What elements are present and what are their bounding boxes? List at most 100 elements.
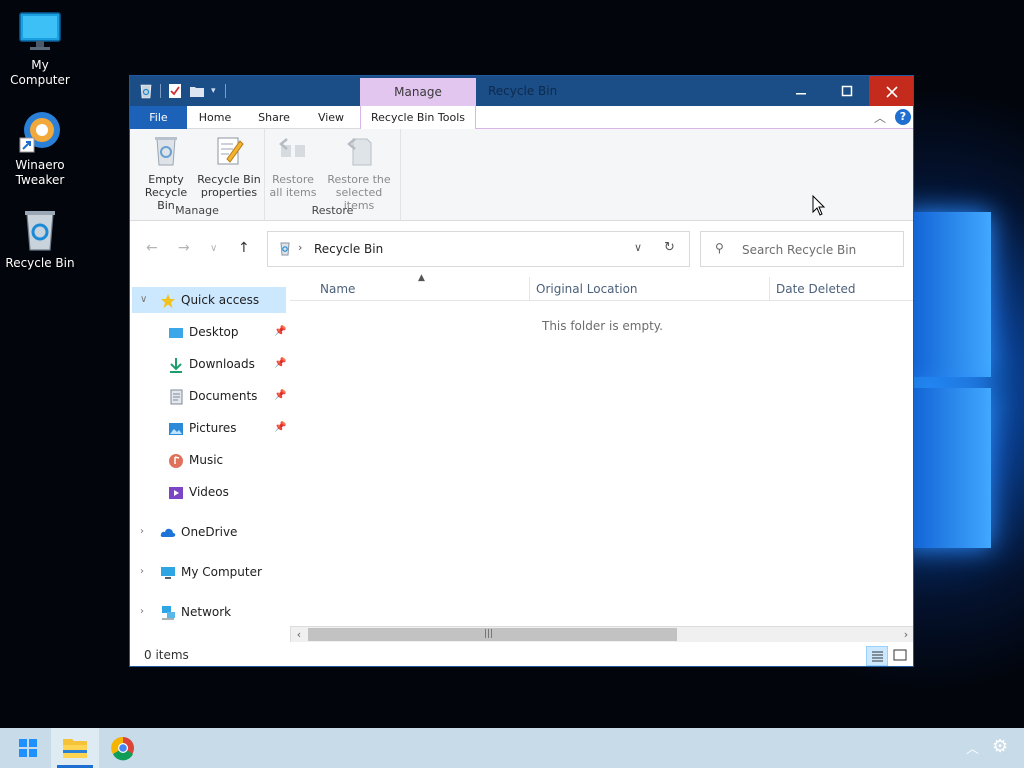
recycle-bin-icon	[18, 208, 62, 252]
collapse-ribbon-chevron-icon[interactable]: ︿	[874, 109, 886, 126]
star-icon	[160, 292, 176, 308]
pin-icon: 📌	[274, 390, 287, 401]
title-bar[interactable]: ▾ Manage Recycle Bin	[130, 76, 913, 106]
nav-item-my-computer[interactable]: › My Computer	[132, 559, 286, 585]
recycle-bin-properties-button[interactable]: Recycle Bin properties	[196, 135, 262, 199]
tab-share[interactable]: Share	[243, 106, 305, 129]
chevron-right-icon[interactable]: ›	[140, 519, 144, 545]
column-header-date-deleted[interactable]: Date Deleted	[770, 277, 913, 301]
documents-icon	[168, 388, 184, 405]
horizontal-scrollbar[interactable]: ‹ ||| ›	[290, 626, 913, 643]
search-box[interactable]: ⚲ Search Recycle Bin	[700, 231, 904, 267]
chevron-down-icon[interactable]: ▾	[211, 83, 219, 99]
nav-item-label: Desktop	[189, 325, 239, 339]
column-header-original-location[interactable]: Original Location	[530, 277, 770, 301]
nav-item-videos[interactable]: Videos	[132, 479, 286, 505]
chevron-down-icon[interactable]: ∨	[140, 287, 147, 313]
forward-arrow-icon[interactable]: →	[178, 240, 190, 256]
nav-item-label: Documents	[189, 389, 258, 403]
scroll-left-arrow-icon[interactable]: ‹	[291, 627, 307, 642]
item-count: 0 items	[144, 648, 189, 662]
breadcrumb-separator-icon[interactable]: ›	[298, 241, 302, 254]
show-hidden-icons-chevron-icon[interactable]: ︿	[966, 738, 979, 757]
desktop-icon-recycle-bin[interactable]: Recycle Bin	[0, 208, 80, 271]
empty-folder-message: This folder is empty.	[542, 319, 663, 333]
nav-item-label: My Computer	[181, 565, 262, 579]
pictures-icon	[168, 420, 184, 436]
desktop-folder-icon	[168, 324, 184, 340]
nav-item-label: Network	[181, 605, 232, 619]
tab-recycle-bin-tools[interactable]: Recycle Bin Tools	[360, 106, 476, 130]
desktop-icon-my-computer[interactable]: My Computer	[0, 10, 80, 88]
cloud-icon	[160, 524, 176, 540]
quick-access-toolbar: ▾	[138, 82, 226, 100]
address-path[interactable]: Recycle Bin	[314, 242, 383, 256]
monitor-icon	[160, 564, 176, 580]
restore-selected-icon	[343, 135, 375, 167]
file-explorer-window: ▾ Manage Recycle Bin File Home Share Vie…	[129, 75, 914, 667]
maximize-icon	[841, 85, 853, 97]
taskbar-file-explorer-button[interactable]	[51, 728, 99, 768]
start-button[interactable]	[4, 728, 52, 768]
gear-icon[interactable]: ⚙	[992, 736, 1008, 757]
close-button[interactable]	[869, 76, 913, 106]
network-icon	[160, 604, 176, 620]
up-arrow-icon[interactable]: ↑	[238, 240, 250, 256]
file-list-view[interactable]: ▲ Name Original Location Date Deleted Th…	[290, 273, 913, 643]
nav-item-desktop[interactable]: Desktop 📌	[132, 319, 286, 345]
context-tab-group-manage: Manage	[360, 78, 476, 106]
nav-item-network[interactable]: › Network	[132, 599, 286, 625]
search-placeholder: Search Recycle Bin	[742, 243, 857, 257]
refresh-icon[interactable]: ↻	[664, 240, 675, 255]
mouse-pointer-icon	[812, 195, 826, 216]
recent-locations-chevron-icon[interactable]: ∨	[210, 243, 217, 254]
nav-item-pictures[interactable]: Pictures 📌	[132, 415, 286, 441]
minimize-icon	[796, 93, 806, 95]
pin-icon: 📌	[274, 358, 287, 369]
toolbar-separator	[160, 84, 161, 98]
recycle-bin-small-icon[interactable]	[138, 83, 154, 99]
nav-item-label: Pictures	[189, 421, 237, 435]
back-arrow-icon[interactable]: ←	[146, 240, 158, 256]
tab-file[interactable]: File	[130, 106, 187, 129]
large-icons-view-icon	[893, 649, 907, 661]
minimize-button[interactable]	[778, 76, 824, 106]
ribbon-group-label: Manage	[175, 204, 219, 217]
nav-item-label: Videos	[189, 485, 229, 499]
monitor-icon	[18, 10, 62, 54]
address-bar[interactable]: › Recycle Bin ∨ ↻	[267, 231, 690, 267]
maximize-button[interactable]	[824, 76, 870, 106]
empty-recycle-bin-button[interactable]: Empty Recycle Bin	[136, 135, 196, 212]
button-label: Recycle Bin	[197, 173, 261, 186]
desktop-icon-winaero-tweaker[interactable]: Winaero Tweaker	[0, 110, 80, 188]
large-icons-view-button[interactable]	[890, 646, 912, 666]
nav-item-music[interactable]: Music	[132, 447, 286, 473]
properties-icon[interactable]	[167, 83, 183, 99]
nav-item-quick-access[interactable]: ∨ Quick access	[132, 287, 286, 313]
windows-wallpaper-logo	[905, 212, 995, 552]
chevron-right-icon[interactable]: ›	[140, 599, 144, 625]
tab-home[interactable]: Home	[187, 106, 243, 129]
column-header-name[interactable]: Name	[314, 277, 530, 301]
new-folder-icon[interactable]	[189, 83, 205, 99]
properties-sheet-icon	[213, 135, 245, 167]
nav-item-documents[interactable]: Documents 📌	[132, 383, 286, 409]
ribbon-group-label: Restore	[311, 204, 354, 217]
tab-view[interactable]: View	[305, 106, 357, 129]
windows-start-icon	[19, 739, 37, 757]
help-icon[interactable]: ?	[895, 109, 911, 125]
taskbar-chrome-button[interactable]	[99, 728, 147, 768]
nav-item-label: Music	[189, 453, 224, 467]
nav-item-onedrive[interactable]: › OneDrive	[132, 519, 286, 545]
address-history-chevron-icon[interactable]: ∨	[634, 241, 642, 254]
chevron-right-icon[interactable]: ›	[140, 559, 144, 585]
nav-item-downloads[interactable]: Downloads 📌	[132, 351, 286, 377]
scroll-right-arrow-icon[interactable]: ›	[898, 627, 913, 642]
scrollbar-grip-icon: |||	[484, 629, 494, 639]
restore-all-items-button[interactable]: Restore all items	[267, 135, 319, 199]
restore-selected-items-button[interactable]: Restore the selected items	[319, 135, 399, 212]
chrome-icon	[111, 736, 134, 761]
ribbon: Empty Recycle Bin Recycle Bin properties…	[130, 129, 913, 221]
scrollbar-thumb[interactable]: |||	[308, 628, 677, 641]
details-view-button[interactable]	[866, 646, 888, 666]
